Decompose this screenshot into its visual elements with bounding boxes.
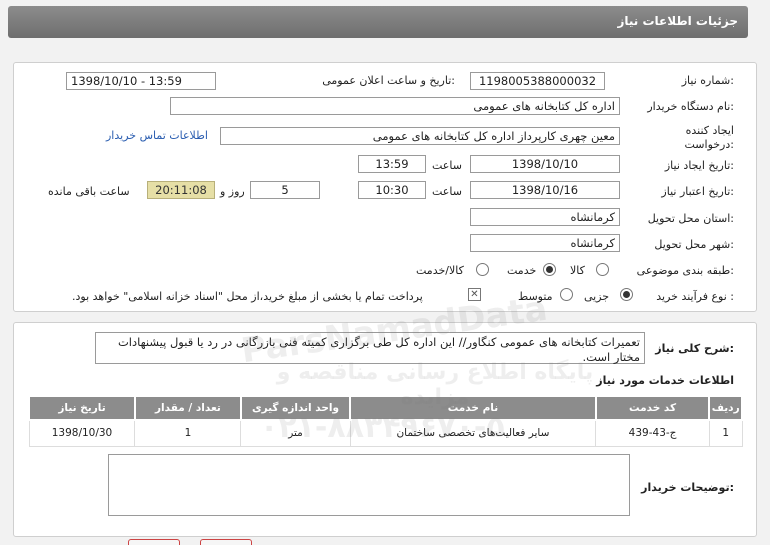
cell-need-date: 1398/10/30	[28, 419, 136, 447]
category-option-goods: کالا	[570, 264, 585, 277]
cell-service-name: سایر فعالیت‌های تخصصی ساختمان	[349, 419, 597, 447]
category-option-goods-service: کالا/خدمت	[416, 264, 464, 277]
buyer-label: نام دستگاه خریدار:	[647, 100, 734, 113]
announce-label: تاریخ و ساعت اعلان عمومی:	[322, 74, 455, 87]
payment-note: پرداخت تمام یا بخشی از مبلغ خرید،از محل …	[72, 290, 423, 303]
buyer-field[interactable]: اداره کل کتابخانه های عمومی	[170, 97, 620, 115]
cell-quantity: 1	[134, 419, 242, 447]
col-service-code: کد خدمت	[594, 395, 711, 421]
days-field[interactable]: 5	[250, 181, 320, 199]
need-number-field[interactable]: 1198005388000032	[470, 72, 605, 90]
created-time-label: ساعت	[432, 159, 462, 172]
process-option-minor: جزیی	[584, 290, 610, 303]
summary-label: شرح کلی نیاز:	[655, 342, 734, 355]
page-title: جزئیات اطلاعات نیاز	[617, 14, 738, 28]
category-radio-service[interactable]	[543, 263, 556, 276]
category-label: طبقه بندی موضوعی:	[636, 264, 734, 277]
validity-date-field[interactable]: 1398/10/16	[470, 181, 620, 199]
table-row: 1 ج-43-439 سایر فعالیت‌های تخصصی ساختمان…	[28, 419, 743, 447]
cell-service-code: ج-43-439	[595, 419, 710, 447]
need-number-label: شماره نیاز:	[681, 74, 734, 87]
col-need-date: تاریخ نیاز	[28, 395, 136, 421]
treasury-checkbox[interactable]: ✕	[468, 288, 481, 301]
created-time-field[interactable]: 13:59	[358, 155, 426, 173]
created-date-label: تاریخ ایجاد نیاز:	[664, 159, 734, 172]
col-service-name: نام خدمت	[349, 395, 597, 421]
action-button-right[interactable]	[200, 539, 252, 545]
days-label: روز و	[220, 185, 245, 198]
cell-row: 1	[708, 419, 743, 447]
validity-time-label: ساعت	[432, 185, 462, 198]
creator-label: ایجاد کننده درخواست:	[684, 124, 735, 151]
creator-field[interactable]: معین چهری کارپرداز اداره کل کتابخانه های…	[220, 127, 620, 145]
summary-text: تعمیرات کتابخانه های عمومی کنگاور// این …	[95, 332, 645, 364]
announce-field[interactable]: 1398/10/10 - 13:59	[66, 72, 216, 90]
col-quantity: تعداد / مقدار	[133, 395, 242, 421]
col-row: ردیف	[708, 395, 743, 421]
process-label: نوع فرآیند خرید :	[656, 290, 734, 303]
buyer-notes-field[interactable]	[108, 454, 630, 516]
page-header: جزئیات اطلاعات نیاز	[8, 6, 748, 38]
action-button-left[interactable]	[128, 539, 180, 545]
province-label: استان محل تحویل:	[647, 212, 734, 225]
buyer-notes-label: توضیحات خریدار:	[641, 481, 734, 494]
remaining-timer: 20:11:08	[147, 181, 215, 199]
created-date-field[interactable]: 1398/10/10	[470, 155, 620, 173]
remaining-label: ساعت باقی مانده	[48, 185, 130, 198]
services-title: اطلاعات خدمات مورد نیاز	[596, 374, 734, 387]
col-unit: واحد اندازه گیری	[239, 395, 352, 421]
buyer-contact-link[interactable]: اطلاعات تماس خریدار	[106, 129, 208, 142]
services-table: ردیف کد خدمت نام خدمت واحد اندازه گیری ت…	[28, 395, 743, 447]
category-option-service: خدمت	[507, 264, 537, 277]
cell-unit: متر	[240, 419, 351, 447]
process-radio-minor[interactable]	[620, 288, 633, 301]
city-field[interactable]: کرمانشاه	[470, 234, 620, 252]
category-radio-goods[interactable]	[596, 263, 609, 276]
city-label: شهر محل تحویل:	[654, 238, 734, 251]
process-option-medium: متوسط	[518, 290, 553, 303]
province-field[interactable]: کرمانشاه	[470, 208, 620, 226]
services-table-header: ردیف کد خدمت نام خدمت واحد اندازه گیری ت…	[28, 395, 743, 421]
category-radio-goods-service[interactable]	[476, 263, 489, 276]
process-radio-medium[interactable]	[560, 288, 573, 301]
validity-label: تاریخ اعتبار نیاز:	[661, 185, 734, 198]
validity-time-field[interactable]: 10:30	[358, 181, 426, 199]
